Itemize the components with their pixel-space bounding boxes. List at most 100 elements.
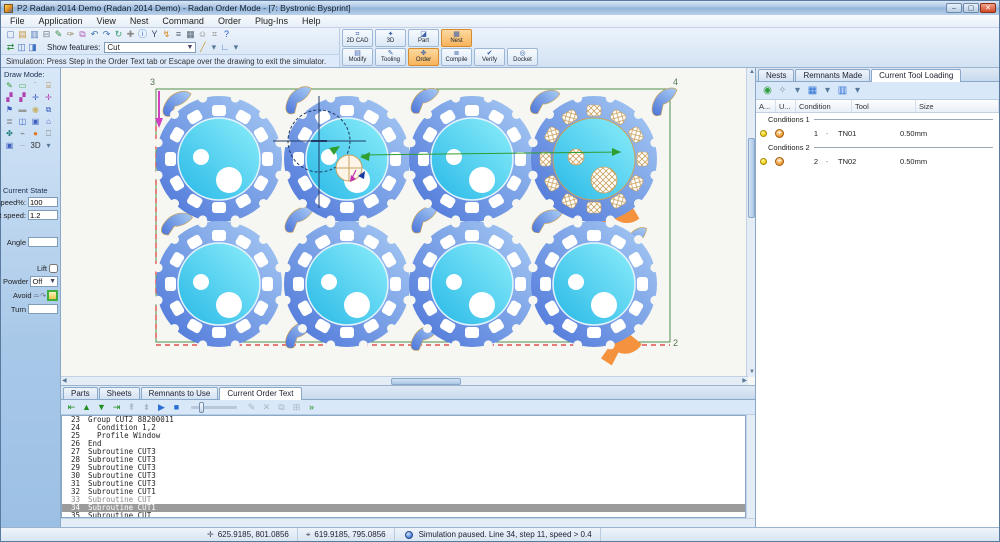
canvas-horizontal-scrollbar[interactable]: ◀ ▶ bbox=[61, 376, 748, 385]
home-icon[interactable]: ⌂ bbox=[42, 116, 55, 128]
order-line[interactable]: 27Subroutine CUT3 bbox=[62, 448, 745, 456]
insert-icon[interactable]: ⊞ bbox=[290, 402, 303, 413]
drawing-canvas[interactable]: 3 4 2 bbox=[61, 68, 755, 386]
condition-group-header[interactable]: Conditions 1 bbox=[756, 113, 999, 125]
avoid-loop-icon[interactable]: ↷ bbox=[40, 292, 46, 300]
cut-speed-input[interactable] bbox=[28, 210, 58, 220]
tab-remnants-to-use[interactable]: Remnants to Use bbox=[141, 387, 219, 399]
copy-icon[interactable]: ⧉ bbox=[77, 29, 88, 40]
grid-icon[interactable]: ▦ bbox=[185, 29, 196, 40]
order-line[interactable]: 24 Condition 1,2 bbox=[62, 424, 745, 432]
order-line[interactable]: 35Subroutine CUT bbox=[62, 512, 745, 518]
dropdown-caret-icon[interactable]: ▾ bbox=[230, 42, 241, 53]
move-part-icon[interactable]: ✛ bbox=[42, 92, 55, 104]
play-icon[interactable]: ▶ bbox=[155, 402, 168, 413]
order-line[interactable]: 29Subroutine CUT3 bbox=[62, 464, 745, 472]
maximize-button[interactable]: ▢ bbox=[963, 3, 979, 13]
lift-checkbox[interactable] bbox=[49, 264, 58, 273]
run-from-start-icon[interactable]: ⇤ bbox=[65, 402, 78, 413]
modify-button[interactable]: ▤Modify bbox=[342, 48, 373, 66]
condition-icon[interactable] bbox=[775, 157, 784, 166]
copy-sheet-icon[interactable]: ⧉ bbox=[42, 104, 55, 116]
skip-back-icon[interactable]: ⇞ bbox=[125, 402, 138, 413]
stamp-icon[interactable]: ⌗ bbox=[209, 29, 220, 40]
filter-icon[interactable]: Y bbox=[149, 29, 160, 40]
view-3d-icon[interactable]: 3D bbox=[29, 140, 42, 152]
condition-icon[interactable] bbox=[775, 129, 784, 138]
verify-button[interactable]: ✔Verify bbox=[474, 48, 505, 66]
scrollbar-thumb[interactable] bbox=[391, 378, 461, 385]
2d-cad-button[interactable]: ⌗2D CAD bbox=[342, 29, 373, 47]
dropdown-caret-icon[interactable]: ▾ bbox=[792, 85, 803, 96]
order-vertical-scrollbar[interactable] bbox=[746, 415, 755, 518]
menu-order[interactable]: Order bbox=[211, 16, 248, 26]
tab-current-order-text[interactable]: Current Order Text bbox=[219, 387, 301, 400]
draw-pencil-icon[interactable]: ✎ bbox=[3, 80, 16, 92]
view-box-icon[interactable]: ▣ bbox=[3, 140, 16, 152]
split-left-icon[interactable]: ◫ bbox=[16, 42, 27, 53]
bulb-icon[interactable] bbox=[760, 130, 767, 137]
angle-input[interactable] bbox=[28, 237, 58, 247]
part-button[interactable]: ◪Part bbox=[408, 29, 439, 47]
tab-remnants-made[interactable]: Remnants Made bbox=[795, 69, 870, 81]
order-line[interactable]: 31Subroutine CUT3 bbox=[62, 480, 745, 488]
avoid-active-button[interactable] bbox=[47, 290, 58, 301]
step-up-icon[interactable]: ▲ bbox=[80, 402, 93, 413]
frame-icon[interactable]: ⌸ bbox=[42, 80, 55, 92]
menu-application[interactable]: Application bbox=[32, 16, 90, 26]
snap-icon[interactable]: ✤ bbox=[3, 128, 16, 140]
tab-current-tool-loading[interactable]: Current Tool Loading bbox=[871, 69, 961, 82]
edit-icon[interactable]: ✎ bbox=[245, 402, 258, 413]
help-icon[interactable]: ? bbox=[221, 29, 232, 40]
move-icon[interactable]: ✚ bbox=[125, 29, 136, 40]
3d-button[interactable]: ✦3D bbox=[375, 29, 406, 47]
order-button[interactable]: ✥Order bbox=[408, 48, 439, 66]
wire-icon[interactable]: ⌁ bbox=[16, 128, 29, 140]
simulate-icon[interactable]: ◉ bbox=[762, 85, 773, 96]
show-features-select[interactable]: Cut ▼ bbox=[104, 42, 196, 53]
turn-input[interactable] bbox=[28, 304, 58, 314]
wand-icon[interactable]: ✧ bbox=[777, 85, 788, 96]
minimize-button[interactable]: – bbox=[946, 3, 962, 13]
menu-help[interactable]: Help bbox=[295, 16, 328, 26]
copy-line-icon[interactable]: ⧉ bbox=[275, 402, 288, 413]
stop-icon[interactable]: ■ bbox=[170, 402, 183, 413]
delete-icon[interactable]: ✕ bbox=[260, 402, 273, 413]
tool-row[interactable]: 2-TN020.50mm bbox=[756, 153, 999, 169]
run-to-end-icon[interactable]: ⇥ bbox=[110, 402, 123, 413]
orange-dot-icon[interactable]: ● bbox=[29, 128, 42, 140]
condition-group-header[interactable]: Conditions 2 bbox=[756, 141, 999, 153]
more-icon[interactable]: » bbox=[305, 402, 318, 413]
powder-select[interactable]: Off ▼ bbox=[30, 276, 58, 287]
corner-style-icon[interactable]: ∟ bbox=[219, 42, 230, 53]
dots-icon[interactable]: ·· bbox=[16, 140, 29, 152]
tooling-button[interactable]: ✎Tooling bbox=[375, 48, 406, 66]
step-down-icon[interactable]: ▼ bbox=[95, 402, 108, 413]
window-icon[interactable]: ◫ bbox=[16, 116, 29, 128]
list-view-icon[interactable]: ▥ bbox=[837, 85, 848, 96]
door-icon[interactable]: ⎕ bbox=[42, 128, 55, 140]
canvas-vertical-scrollbar[interactable]: ▲ ▼ bbox=[746, 68, 755, 377]
order-text-list[interactable]: 23Group CUT2 8820001124 Condition 1,225 … bbox=[61, 415, 746, 518]
bulb-icon[interactable] bbox=[760, 158, 767, 165]
point-icon[interactable]: ˙ bbox=[29, 80, 42, 92]
flag-icon[interactable]: ⚑ bbox=[3, 104, 16, 116]
order-line-selected[interactable]: 34Subroutine CUT1 bbox=[62, 504, 745, 512]
order-line[interactable]: 30Subroutine CUT3 bbox=[62, 472, 745, 480]
table-view-icon[interactable]: ▦ bbox=[807, 85, 818, 96]
tab-parts[interactable]: Parts bbox=[63, 387, 98, 399]
tab-sheets[interactable]: Sheets bbox=[99, 387, 140, 399]
window2-icon[interactable]: ▣ bbox=[29, 116, 42, 128]
move-xy-icon[interactable]: ✛ bbox=[29, 92, 42, 104]
order-line[interactable]: 32Subroutine CUT1 bbox=[62, 488, 745, 496]
menu-file[interactable]: File bbox=[3, 16, 32, 26]
compile-button[interactable]: ≣Compile bbox=[441, 48, 472, 66]
save-icon[interactable]: ▥ bbox=[29, 29, 40, 40]
disc-icon[interactable]: ◉ bbox=[29, 104, 42, 116]
close-button[interactable]: ✕ bbox=[980, 3, 996, 13]
menu-nest[interactable]: Nest bbox=[123, 16, 156, 26]
redo-icon[interactable]: ↷ bbox=[101, 29, 112, 40]
dropdown-caret-icon[interactable]: ▾ bbox=[822, 85, 833, 96]
order-line[interactable]: 25 Profile Window bbox=[62, 432, 745, 440]
docket-button[interactable]: ◎Docket bbox=[507, 48, 538, 66]
